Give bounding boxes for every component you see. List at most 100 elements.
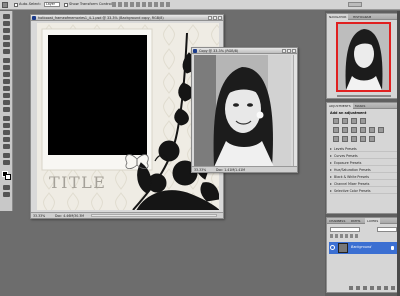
blur-tool-button[interactable] [3, 100, 10, 105]
expand-arrow-icon [330, 155, 332, 157]
expand-arrow-icon [330, 176, 332, 178]
eraser-tool-button[interactable] [3, 86, 10, 91]
quick-mask-button[interactable] [3, 185, 10, 190]
levels-icon[interactable] [342, 118, 348, 124]
gradient-tool-button[interactable] [3, 93, 10, 98]
photo-zoom-level[interactable]: 33.33% [194, 168, 206, 172]
workspace-switcher-button[interactable] [348, 2, 362, 7]
preset-row[interactable]: Levels Presets [330, 146, 400, 152]
auto-select-checkbox[interactable] [14, 2, 18, 7]
dodge-tool-button[interactable] [3, 107, 10, 112]
navigator-tabs: NAVIGATOR HISTOGRAM [327, 14, 399, 20]
photo-vertical-scrollbar[interactable] [293, 55, 297, 167]
zoom-tool-button[interactable] [3, 160, 10, 165]
hue-saturation-icon[interactable] [342, 127, 348, 133]
channel-mixer-icon[interactable] [378, 127, 384, 133]
black-white-icon[interactable] [360, 127, 366, 133]
lasso-tool-button[interactable] [3, 28, 10, 33]
preset-row[interactable]: Exposure Presets [330, 160, 400, 166]
layer-row-background[interactable]: Background [329, 242, 399, 254]
navigator-thumbnail[interactable] [336, 22, 391, 92]
maximize-button[interactable] [287, 49, 291, 53]
color-balance-icon[interactable] [351, 127, 357, 133]
horizontal-scrollbar[interactable] [91, 214, 217, 217]
zoom-slider[interactable] [337, 95, 391, 97]
expand-arrow-icon [330, 169, 332, 171]
show-transform-checkbox[interactable] [64, 2, 68, 7]
adjustments-panel: ADJUSTMENTS MASKS Add an adjustment Leve… [326, 102, 400, 214]
lock-buttons[interactable] [330, 234, 360, 238]
background-color-swatch[interactable] [5, 174, 11, 180]
invert-icon[interactable] [333, 136, 339, 142]
move-tool-button[interactable] [3, 14, 10, 19]
eyedropper-tool-button[interactable] [3, 49, 10, 54]
adjustments-tabs: ADJUSTMENTS MASKS [327, 103, 399, 109]
expand-arrow-icon [330, 183, 332, 185]
crop-tool-button[interactable] [3, 42, 10, 47]
photo-canvas[interactable] [194, 55, 291, 167]
preset-row[interactable]: Curves Presets [330, 153, 400, 159]
layers-footer-buttons[interactable] [349, 286, 399, 290]
zoom-level[interactable]: 33.33% [33, 214, 45, 218]
align-buttons[interactable] [112, 2, 172, 7]
preset-label: Channel Mixer Presets [334, 182, 370, 186]
layers-tabs: CHANNELS PATHS LAYERS [327, 218, 399, 224]
brush-tool-button[interactable] [3, 65, 10, 70]
photoshop-window: Auto-Select: Layer Show Transform Contro… [0, 0, 400, 296]
tab-layers[interactable]: LAYERS [365, 218, 381, 224]
photo-filter-icon[interactable] [369, 127, 375, 133]
preset-label: Selective Color Presets [334, 189, 371, 193]
curves-icon[interactable] [351, 118, 357, 124]
preset-row[interactable]: Channel Mixer Presets [330, 181, 400, 187]
3d-tool-button[interactable] [3, 144, 10, 149]
document-title-bar[interactable]: hotboost_frameofmemories1_4-1.psd @ 33.3… [31, 15, 223, 21]
layers-panel: CHANNELS PATHS LAYERS Background [326, 217, 400, 293]
shape-tool-button[interactable] [3, 137, 10, 142]
exposure-icon[interactable] [360, 118, 366, 124]
visibility-eye-icon[interactable] [330, 245, 335, 250]
adjustments-header: Add an adjustment [330, 111, 367, 115]
threshold-icon[interactable] [351, 136, 357, 142]
path-select-tool-button[interactable] [3, 130, 10, 135]
move-tool-icon[interactable] [2, 1, 8, 8]
type-tool-button[interactable] [3, 123, 10, 128]
preset-label: Exposure Presets [334, 161, 362, 165]
tab-histogram[interactable]: HISTOGRAM [351, 14, 373, 20]
blend-mode-dropdown[interactable] [330, 227, 360, 232]
tab-navigator[interactable]: NAVIGATOR [327, 14, 349, 20]
selective-color-icon[interactable] [369, 136, 375, 142]
expand-arrow-icon [330, 162, 332, 164]
photo-document-size: Doc: 1.41M/1.41M [216, 168, 246, 172]
auto-select-dropdown[interactable]: Layer [44, 2, 60, 7]
vibrance-icon[interactable] [333, 127, 339, 133]
preset-row[interactable]: Black & White Presets [330, 174, 400, 180]
maximize-button[interactable] [213, 16, 217, 20]
photo-title-bar[interactable]: Copy @ 33.3% (RGB/8) [192, 48, 297, 54]
opacity-field[interactable] [377, 227, 397, 232]
quick-select-tool-button[interactable] [3, 35, 10, 40]
navigator-preview-image [338, 24, 389, 90]
tab-paths[interactable]: PATHS [349, 218, 362, 224]
close-button[interactable] [292, 49, 296, 53]
minimize-button[interactable] [282, 49, 286, 53]
clone-stamp-tool-button[interactable] [3, 72, 10, 77]
photo-status-bar: 33.33% Doc: 1.41M/1.41M [192, 166, 297, 172]
document-window-photo[interactable]: Copy @ 33.3% (RGB/8) 33.33% Doc: 1.41M/1… [191, 47, 298, 173]
tab-channels[interactable]: CHANNELS [327, 218, 347, 224]
preset-label: Hue/Saturation Presets [334, 168, 371, 172]
preset-row[interactable]: Selective Color Presets [330, 188, 400, 194]
close-button[interactable] [218, 16, 222, 20]
posterize-icon[interactable] [342, 136, 348, 142]
gradient-map-icon[interactable] [360, 136, 366, 142]
tab-masks[interactable]: MASKS [353, 103, 367, 109]
marquee-tool-button[interactable] [3, 21, 10, 26]
healing-tool-button[interactable] [3, 58, 10, 63]
tab-adjustments[interactable]: ADJUSTMENTS [327, 103, 353, 109]
screen-mode-button[interactable] [3, 192, 10, 197]
pen-tool-button[interactable] [3, 116, 10, 121]
minimize-button[interactable] [208, 16, 212, 20]
brightness-contrast-icon[interactable] [333, 118, 339, 124]
history-brush-tool-button[interactable] [3, 79, 10, 84]
preset-row[interactable]: Hue/Saturation Presets [330, 167, 400, 173]
hand-tool-button[interactable] [3, 153, 10, 158]
